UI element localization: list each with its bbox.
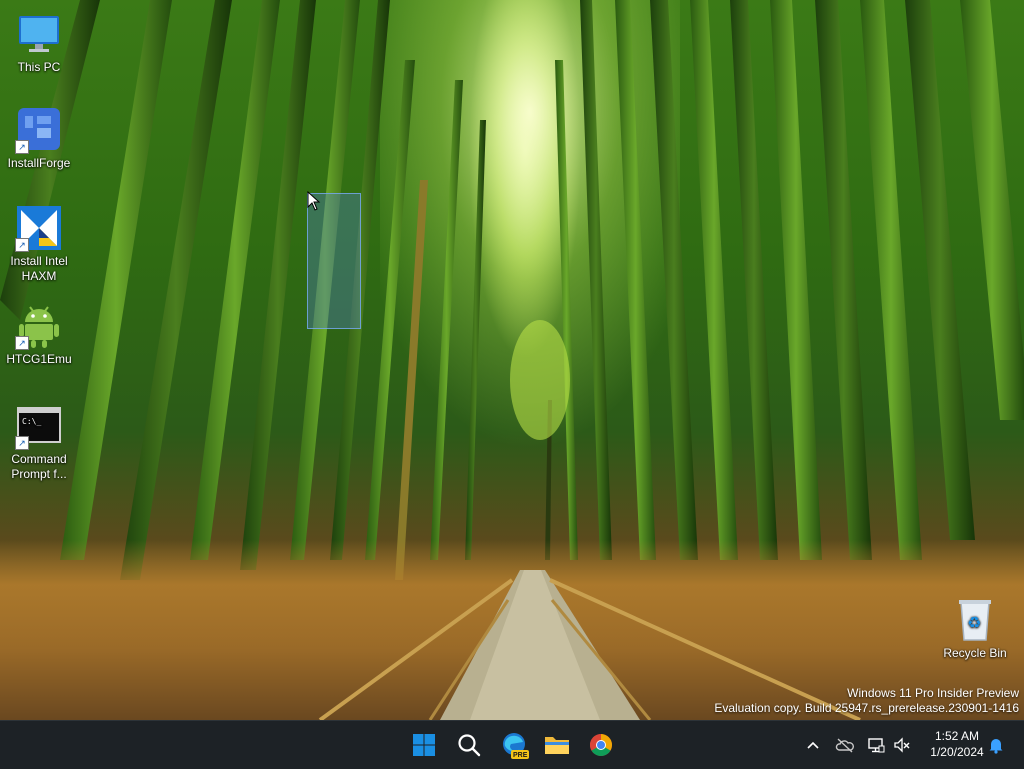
chrome-icon	[590, 734, 612, 756]
desktop-icon-label: This PC	[17, 60, 61, 74]
installforge-icon: ↗	[15, 106, 63, 154]
desktop-icon-htcg1emu[interactable]: ↗ HTCG1Emu	[1, 302, 77, 367]
command-prompt-icon: C:\_ ↗	[15, 402, 63, 450]
svg-text:PRE: PRE	[513, 752, 528, 759]
desktop-wallpaper[interactable]: This PC ↗ InstallForge ↗ Install Intel H…	[0, 0, 1024, 720]
desktop-icon-label: InstallForge	[7, 156, 71, 170]
watermark-edition: Windows 11 Pro Insider Preview	[847, 686, 1019, 700]
volume-muted-icon	[894, 737, 910, 753]
desktop-icon-command-prompt[interactable]: C:\_ ↗ Command Prompt f...	[1, 402, 77, 482]
volume-tray-button[interactable]	[892, 735, 912, 755]
folder-icon	[545, 737, 569, 754]
search-button[interactable]	[451, 727, 487, 763]
show-hidden-icons-button[interactable]	[803, 735, 823, 755]
start-button[interactable]	[406, 727, 442, 763]
shortcut-arrow-icon: ↗	[15, 336, 29, 350]
clock-button[interactable]: 1:52 AM 1/20/2024	[918, 728, 996, 760]
search-icon	[458, 734, 481, 757]
clock-time: 1:52 AM	[934, 729, 980, 743]
desktop-icon-installforge[interactable]: ↗ InstallForge	[1, 106, 77, 171]
windows-logo-icon	[413, 734, 435, 756]
desktop-icon-recycle-bin[interactable]: ♻ Recycle Bin	[937, 596, 1013, 661]
desktop-icon-label: Command Prompt f...	[11, 452, 67, 481]
onedrive-tray-button[interactable]	[835, 735, 855, 755]
shortcut-arrow-icon: ↗	[15, 140, 29, 154]
android-icon: ↗	[15, 302, 63, 350]
monitor-icon	[15, 10, 63, 58]
desktop-icon-this-pc[interactable]: This PC	[1, 10, 77, 75]
intel-haxm-installer-icon: ↗	[15, 204, 63, 252]
windows-evaluation-watermark: Windows 11 Pro Insider Preview Evaluatio…	[714, 686, 1019, 716]
file-explorer-button[interactable]	[539, 727, 575, 763]
network-tray-button[interactable]	[866, 735, 886, 755]
desktop-icon-install-intel-haxm[interactable]: ↗ Install Intel HAXM	[1, 204, 77, 284]
svg-text:♻: ♻	[967, 613, 981, 632]
edge-beta-button[interactable]: PRE	[496, 727, 532, 763]
recycle-bin-icon: ♻	[951, 596, 999, 644]
mouse-cursor-icon	[307, 191, 321, 211]
walkway	[318, 570, 861, 720]
chevron-up-icon	[807, 741, 819, 749]
drag-selection-rectangle	[307, 193, 361, 329]
network-icon	[868, 738, 885, 753]
desktop-icon-label: Recycle Bin	[943, 646, 1007, 660]
desktop-icon-label: Install Intel HAXM	[10, 254, 68, 283]
onedrive-offline-icon	[835, 738, 854, 753]
shortcut-arrow-icon: ↗	[15, 238, 29, 252]
shortcut-arrow-icon: ↗	[15, 436, 29, 450]
notification-bell-icon	[989, 739, 1003, 754]
chrome-button[interactable]	[583, 727, 619, 763]
desktop-icon-label: HTCG1Emu	[6, 352, 72, 366]
edge-icon: PRE	[503, 733, 529, 759]
clock-date: 1/20/2024	[930, 745, 984, 759]
svg-text:C:\_: C:\_	[22, 417, 41, 426]
watermark-build: Evaluation copy. Build 25947.rs_prerelea…	[714, 701, 1019, 715]
notification-center-button[interactable]	[986, 735, 1006, 755]
taskbar: PRE 1:52 AM 1/20/2024	[0, 720, 1024, 769]
